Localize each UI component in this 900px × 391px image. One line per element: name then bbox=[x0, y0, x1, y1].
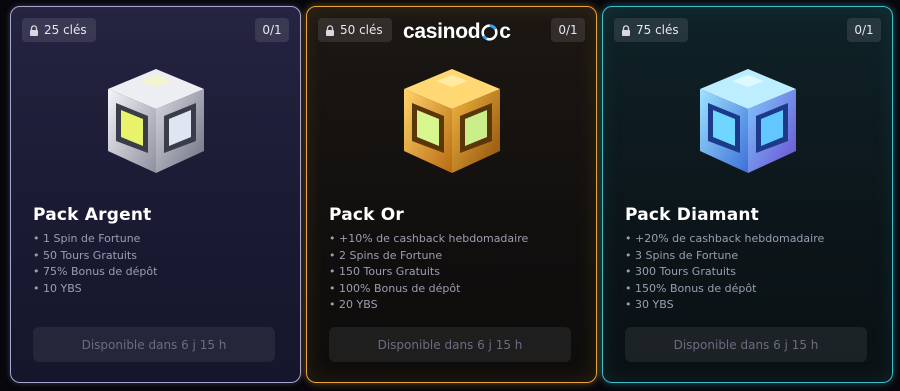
lock-icon bbox=[326, 24, 334, 36]
feature-item: 75% Bonus de dépôt bbox=[33, 264, 157, 281]
pack-card-diamant: 75 clés 0/1 Pack Diamant +20% de cashbac… bbox=[602, 6, 893, 383]
keys-badge: 50 clés bbox=[318, 18, 392, 42]
feature-item: +20% de cashback hebdomadaire bbox=[625, 231, 824, 248]
chip-icon bbox=[481, 23, 498, 41]
diamond-box-icon bbox=[699, 69, 796, 173]
pack-title: Pack Diamant bbox=[625, 205, 760, 225]
feature-item: 30 YBS bbox=[625, 297, 824, 314]
feature-item: 150% Bonus de dépôt bbox=[625, 281, 824, 298]
feature-item: 50 Tours Gratuits bbox=[33, 248, 157, 265]
gold-box-icon bbox=[403, 69, 500, 173]
claim-count-badge: 0/1 bbox=[255, 18, 289, 42]
lock-icon bbox=[30, 24, 38, 36]
availability-button[interactable]: Disponible dans 6 j 15 h bbox=[625, 327, 867, 362]
claim-count-badge: 0/1 bbox=[551, 18, 585, 42]
keys-label: 75 clés bbox=[636, 23, 679, 37]
feature-item: 20 YBS bbox=[329, 297, 528, 314]
availability-button[interactable]: Disponible dans 6 j 15 h bbox=[33, 327, 275, 362]
feature-item: +10% de cashback hebdomadaire bbox=[329, 231, 528, 248]
keys-badge: 75 clés bbox=[614, 18, 688, 42]
silver-box-icon bbox=[107, 69, 204, 173]
feature-list: +20% de cashback hebdomadaire 3 Spins de… bbox=[625, 231, 824, 314]
pack-title: Pack Or bbox=[329, 205, 405, 225]
casinodoc-logo: casinod c bbox=[403, 18, 511, 46]
feature-item: 100% Bonus de dépôt bbox=[329, 281, 528, 298]
feature-item: 300 Tours Gratuits bbox=[625, 264, 824, 281]
pack-title: Pack Argent bbox=[33, 205, 152, 225]
feature-item: 2 Spins de Fortune bbox=[329, 248, 528, 265]
feature-item: 10 YBS bbox=[33, 281, 157, 298]
logo-text-suffix: c bbox=[499, 20, 511, 43]
feature-item: 3 Spins de Fortune bbox=[625, 248, 824, 265]
pack-card-argent: 25 clés 0/1 Pack Argent 1 Spin de Fortun… bbox=[10, 6, 301, 383]
logo-text-prefix: casinod bbox=[403, 20, 481, 43]
availability-button[interactable]: Disponible dans 6 j 15 h bbox=[329, 327, 571, 362]
feature-item: 1 Spin de Fortune bbox=[33, 231, 157, 248]
pack-card-or: 50 clés 0/1 Pack Or +10% de cashback heb… bbox=[306, 6, 597, 383]
claim-count-badge: 0/1 bbox=[847, 18, 881, 42]
keys-label: 50 clés bbox=[340, 23, 383, 37]
feature-list: 1 Spin de Fortune 50 Tours Gratuits 75% … bbox=[33, 231, 157, 297]
keys-label: 25 clés bbox=[44, 23, 87, 37]
feature-item: 150 Tours Gratuits bbox=[329, 264, 528, 281]
keys-badge: 25 clés bbox=[22, 18, 96, 42]
feature-list: +10% de cashback hebdomadaire 2 Spins de… bbox=[329, 231, 528, 314]
lock-icon bbox=[622, 24, 630, 36]
